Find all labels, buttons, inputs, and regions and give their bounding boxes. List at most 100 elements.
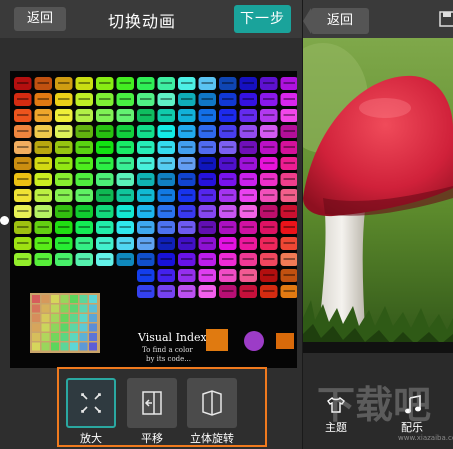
- svg-text:下载吧: 下载吧: [317, 383, 431, 427]
- swatch-code: [160, 178, 172, 180]
- swatch-code: [140, 194, 152, 196]
- swatch-code: [201, 290, 213, 292]
- swatch-code: [283, 290, 295, 292]
- swatch-code: [17, 130, 29, 132]
- swatch-code: [160, 130, 172, 132]
- swatch-code: [140, 82, 152, 84]
- swatch-code: [222, 258, 234, 260]
- index-cell: [79, 314, 88, 322]
- page-indicator-dot[interactable]: [0, 216, 9, 225]
- swatch-code: [140, 178, 152, 180]
- swatch-code: [119, 178, 131, 180]
- index-cell: [60, 333, 69, 341]
- swatch-code: [58, 210, 70, 212]
- next-step-button[interactable]: 下一步: [234, 5, 291, 33]
- swatch-code: [37, 242, 49, 244]
- swatch-code: [222, 162, 234, 164]
- swatch-code: [119, 114, 131, 116]
- swatch-code: [140, 114, 152, 116]
- swatch-code: [37, 194, 49, 196]
- swatch-code: [263, 258, 275, 260]
- swatch-code: [222, 194, 234, 196]
- swatch-code: [242, 146, 254, 148]
- swatch-code: [78, 178, 90, 180]
- swatch-code: [283, 226, 295, 228]
- swatch-code: [160, 82, 172, 84]
- swatch-code: [181, 242, 193, 244]
- swatch-code: [222, 242, 234, 244]
- swatch-code: [283, 194, 295, 196]
- effect-slide-button[interactable]: [127, 378, 177, 428]
- swatch-code: [263, 146, 275, 148]
- watermark-logo: 下载吧: [317, 383, 431, 427]
- mushroom-image: [303, 38, 453, 353]
- effect-slide-label: 平移: [141, 432, 163, 445]
- page-title: 切换动画: [108, 12, 177, 31]
- back-button[interactable]: 返回: [14, 7, 66, 31]
- transition-effects-bar: 放大 平移 立体旋转: [57, 367, 267, 447]
- swatch-code: [263, 162, 275, 164]
- swatch-code: [17, 210, 29, 212]
- swatch-code: [17, 114, 29, 116]
- swatch-code: [99, 242, 111, 244]
- swatch-code: [140, 242, 152, 244]
- swatch-code: [58, 194, 70, 196]
- swatch-code: [201, 82, 213, 84]
- swatch-code: [78, 146, 90, 148]
- swatch-code: [242, 114, 254, 116]
- swatch-code: [242, 178, 254, 180]
- swatch-code: [222, 178, 234, 180]
- swatch-code: [222, 98, 234, 100]
- back-button-right[interactable]: 返回: [303, 8, 369, 34]
- swatch-code: [222, 146, 234, 148]
- swatch-code: [181, 194, 193, 196]
- effect-cube-button[interactable]: [187, 378, 237, 428]
- top-bar-right: 返回: [303, 0, 453, 38]
- swatch-code: [99, 82, 111, 84]
- index-cell: [70, 304, 78, 313]
- index-cell: [89, 323, 97, 332]
- swatch-code: [119, 98, 131, 100]
- swatch-code: [181, 114, 193, 116]
- swatch-code: [119, 82, 131, 84]
- swatch-code: [181, 130, 193, 132]
- save-icon[interactable]: [439, 10, 453, 28]
- swatch-code: [37, 130, 49, 132]
- swatch-code: [263, 226, 275, 228]
- swatch-code: [17, 226, 29, 228]
- index-cell: [79, 342, 88, 351]
- effect-zoom-button[interactable]: [66, 378, 116, 428]
- swatch-code: [201, 226, 213, 228]
- swatch-code: [242, 210, 254, 212]
- index-cell: [51, 304, 59, 313]
- swatch-code: [242, 98, 254, 100]
- index-cell: [70, 295, 78, 303]
- swatch-code: [58, 226, 70, 228]
- swatch-code: [160, 162, 172, 164]
- swatch-code: [119, 258, 131, 260]
- swatch-code: [99, 130, 111, 132]
- index-cell: [51, 342, 59, 351]
- swatch-code: [17, 242, 29, 244]
- swatch-code: [242, 242, 254, 244]
- swatch-code: [263, 82, 275, 84]
- swatch-code: [78, 258, 90, 260]
- swatch-code: [78, 114, 90, 116]
- swatch-code: [263, 178, 275, 180]
- swatch-code: [160, 114, 172, 116]
- swatch-code: [181, 98, 193, 100]
- swatch-code: [222, 226, 234, 228]
- index-cell: [41, 323, 50, 332]
- swatch-code: [242, 226, 254, 228]
- swatch-code: [140, 290, 152, 292]
- swatch-code: [58, 82, 70, 84]
- swatch-code: [201, 194, 213, 196]
- effect-cube-label: 立体旋转: [190, 432, 234, 445]
- index-cell: [79, 333, 88, 341]
- swatch-code: [283, 130, 295, 132]
- visual-index-title: Visual Index: [137, 331, 208, 344]
- swatch-code: [242, 130, 254, 132]
- index-cell: [89, 295, 97, 303]
- swatch-code: [181, 210, 193, 212]
- swatch-code: [37, 226, 49, 228]
